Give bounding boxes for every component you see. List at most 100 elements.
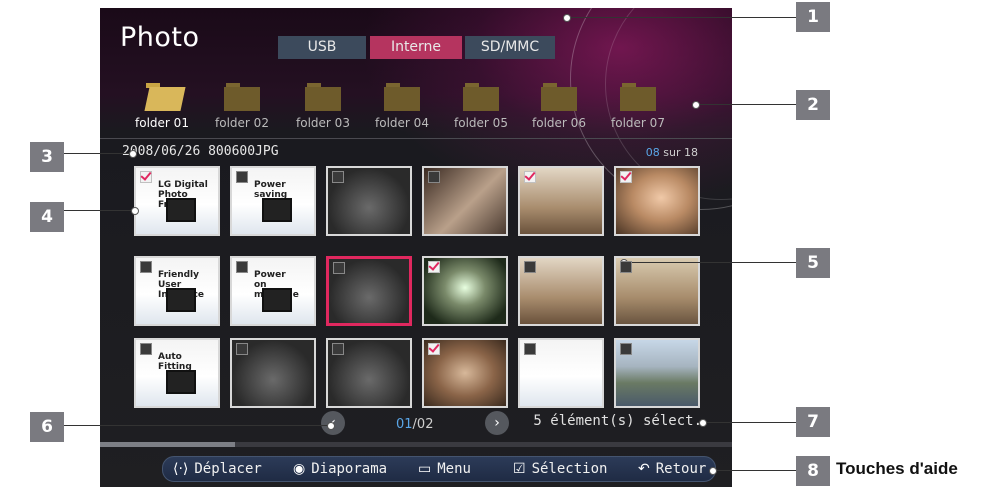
select-checkbox[interactable] [236,171,248,183]
callout-dot [692,101,700,109]
folder-item[interactable]: folder 04 [367,83,437,130]
folder-icon [541,83,577,111]
scrollbar-thumb[interactable] [100,442,235,447]
folder-item[interactable]: folder 01 [127,83,197,130]
help-label: Diaporama [311,461,388,477]
photo-thumbnail[interactable] [614,338,700,408]
folder-label: folder 05 [454,116,508,130]
help-bar: ⟨·⟩ Déplacer ◉ Diaporama ▭ Menu ☑ Sélection ↶ Ret… [162,456,716,482]
callout-number: 8 [796,456,830,486]
folder-item[interactable]: folder 05 [446,83,516,130]
photo-thumbnail[interactable] [326,256,412,326]
select-checkbox[interactable] [524,343,536,355]
help-item-select: ☑ Sélection [513,461,607,477]
folder-icon [620,83,656,111]
select-checkbox[interactable] [236,261,248,273]
folder-item[interactable]: folder 03 [288,83,358,130]
callout-number: 7 [796,407,830,437]
divider [100,138,732,139]
callout-dot [327,422,335,430]
help-label: Sélection [531,461,608,477]
select-checkbox[interactable] [524,171,536,183]
photo-thumbnail[interactable]: LG DigitalPhoto Frame [134,166,220,236]
photo-thumbnail[interactable]: Poweron message [230,256,316,326]
thumbnail-text: Auto Fitting [158,352,192,372]
callout-number: 4 [30,202,64,232]
folder-icon [463,83,499,111]
folder-item[interactable]: folder 06 [524,83,594,130]
photo-thumbnail[interactable] [422,256,508,326]
photo-thumbnail[interactable] [518,256,604,326]
photo-thumbnail[interactable] [326,338,412,408]
help-item-move: ⟨·⟩ Déplacer [173,461,262,477]
callout-dot [699,419,707,427]
callout-line [64,210,134,211]
callout-line [566,17,796,18]
photo-thumbnail[interactable]: Auto Fitting [134,338,220,408]
counter-total: 18 [684,146,698,159]
move-icon: ⟨·⟩ [173,461,189,477]
page-current: 01 [396,417,413,432]
callout-dot [131,207,139,215]
photo-thumbnail[interactable] [614,256,700,326]
frame-device-image [262,288,292,312]
photo-thumbnail[interactable] [614,166,700,236]
select-checkbox[interactable] [140,261,152,273]
photo-thumbnail[interactable]: Power saving [230,166,316,236]
select-checkbox[interactable] [428,261,440,273]
thumbnail-text-line: Auto [158,352,182,362]
thumbnail-text: Power saving [254,180,287,200]
photo-thumbnail[interactable] [326,166,412,236]
photo-thumbnail[interactable]: FriendlyUser Interface [134,256,220,326]
callout-number: 6 [30,412,64,442]
thumbnail-text-line: Friendly [158,270,200,280]
callout-dot [709,467,717,475]
select-checkbox[interactable] [620,343,632,355]
help-item-slideshow: ◉ Diaporama [293,461,387,477]
select-checkbox[interactable] [620,261,632,273]
photo-thumbnail[interactable] [422,166,508,236]
photo-thumbnail[interactable] [518,338,604,408]
callout-number: 1 [796,2,830,32]
select-checkbox[interactable] [333,262,345,274]
chevron-right-icon: › [494,415,500,431]
callout-number: 3 [30,142,64,172]
select-checkbox[interactable] [428,343,440,355]
select-checkbox[interactable] [620,171,632,183]
select-checkbox[interactable] [332,171,344,183]
help-label: Déplacer [194,461,262,477]
tab-interne[interactable]: Interne [370,36,462,59]
next-page-button[interactable]: › [485,411,509,435]
folder-label: folder 03 [296,116,350,130]
callout-dot [563,14,571,22]
thumbnail-text-line: LG Digital [158,180,208,190]
folder-item[interactable]: folder 07 [603,83,673,130]
slideshow-icon: ◉ [293,461,306,477]
photo-thumbnail[interactable] [518,166,604,236]
thumbnail-text-line: Power [254,180,286,190]
frame-device-image [262,198,292,222]
tab-sd-mmc[interactable]: SD/MMC [465,36,555,59]
callout-line [712,470,796,471]
tab-usb[interactable]: USB [278,36,366,59]
photo-screen: Photo USB Interne SD/MMC folder 01 folder… [100,8,732,487]
help-item-return: ↶ Retour [638,461,706,477]
page-indicator: 01/02 [396,417,433,432]
callout-number: 2 [796,90,830,120]
callout-number: 5 [796,248,830,278]
select-checkbox[interactable] [332,343,344,355]
file-info: 2008/06/26 800600JPG [122,144,279,159]
selection-count: 5 élément(s) sélect. [533,413,702,429]
select-checkbox[interactable] [236,343,248,355]
folder-icon [224,83,260,111]
select-checkbox[interactable] [140,343,152,355]
folder-item[interactable]: folder 02 [207,83,277,130]
folder-label: folder 07 [611,116,665,130]
select-checkbox[interactable] [524,261,536,273]
select-checkbox[interactable] [428,171,440,183]
frame-device-image [166,370,196,394]
return-icon: ↶ [638,461,650,477]
photo-thumbnail[interactable] [230,338,316,408]
select-checkbox[interactable] [140,171,152,183]
photo-thumbnail[interactable] [422,338,508,408]
